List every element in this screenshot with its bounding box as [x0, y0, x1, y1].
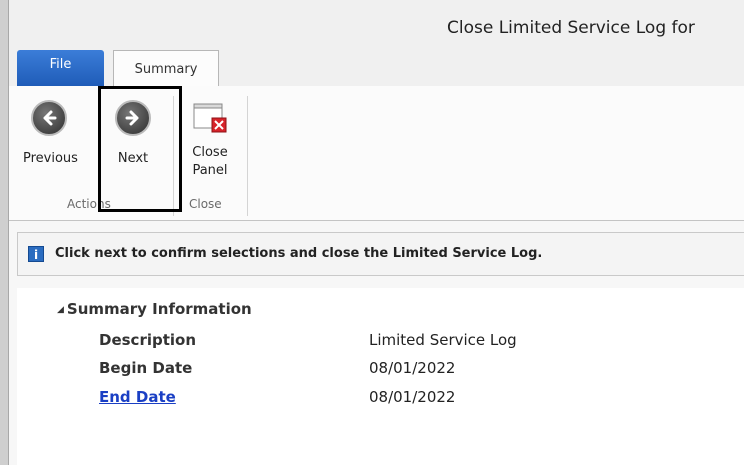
close-panel-label-line2: Panel [192, 163, 228, 178]
info-message: Click next to confirm selections and clo… [55, 246, 543, 261]
window-left-edge [0, 0, 9, 465]
collapse-triangle-icon[interactable]: ◢ [57, 305, 64, 315]
tab-file[interactable]: File [17, 50, 104, 86]
end-date-link[interactable]: End Date [99, 388, 176, 406]
close-panel-button[interactable]: Close Panel [184, 100, 236, 180]
title-bar: Close Limited Service Log for [9, 0, 744, 50]
description-value: Limited Service Log [369, 331, 517, 349]
previous-label: Previous [23, 151, 78, 166]
description-label: Description [99, 331, 197, 349]
group-label-close: Close [189, 197, 222, 211]
highlight-box [98, 86, 182, 212]
window-title: Close Limited Service Log for [447, 18, 695, 38]
group-separator [247, 96, 248, 216]
summary-heading-label: Summary Information [66, 300, 252, 318]
app-window: Close Limited Service Log for File Summa… [0, 0, 744, 465]
ribbon-tabs: File Summary [9, 50, 744, 87]
end-date-value: 08/01/2022 [369, 388, 456, 406]
close-panel-label-line1: Close [192, 145, 228, 160]
previous-button[interactable]: Previous [23, 100, 78, 168]
info-bar: i Click next to confirm selections and c… [17, 232, 744, 276]
tab-summary[interactable]: Summary [113, 50, 219, 86]
begin-date-label: Begin Date [99, 359, 193, 377]
summary-panel: ◢ Summary Information Description Limited… [17, 288, 744, 465]
info-icon: i [28, 246, 44, 262]
close-panel-icon [192, 100, 228, 134]
arrow-left-icon [31, 100, 67, 136]
main-area: Close Limited Service Log for File Summa… [9, 0, 744, 465]
begin-date-value: 08/01/2022 [369, 359, 456, 377]
summary-heading[interactable]: ◢ Summary Information [57, 300, 252, 318]
